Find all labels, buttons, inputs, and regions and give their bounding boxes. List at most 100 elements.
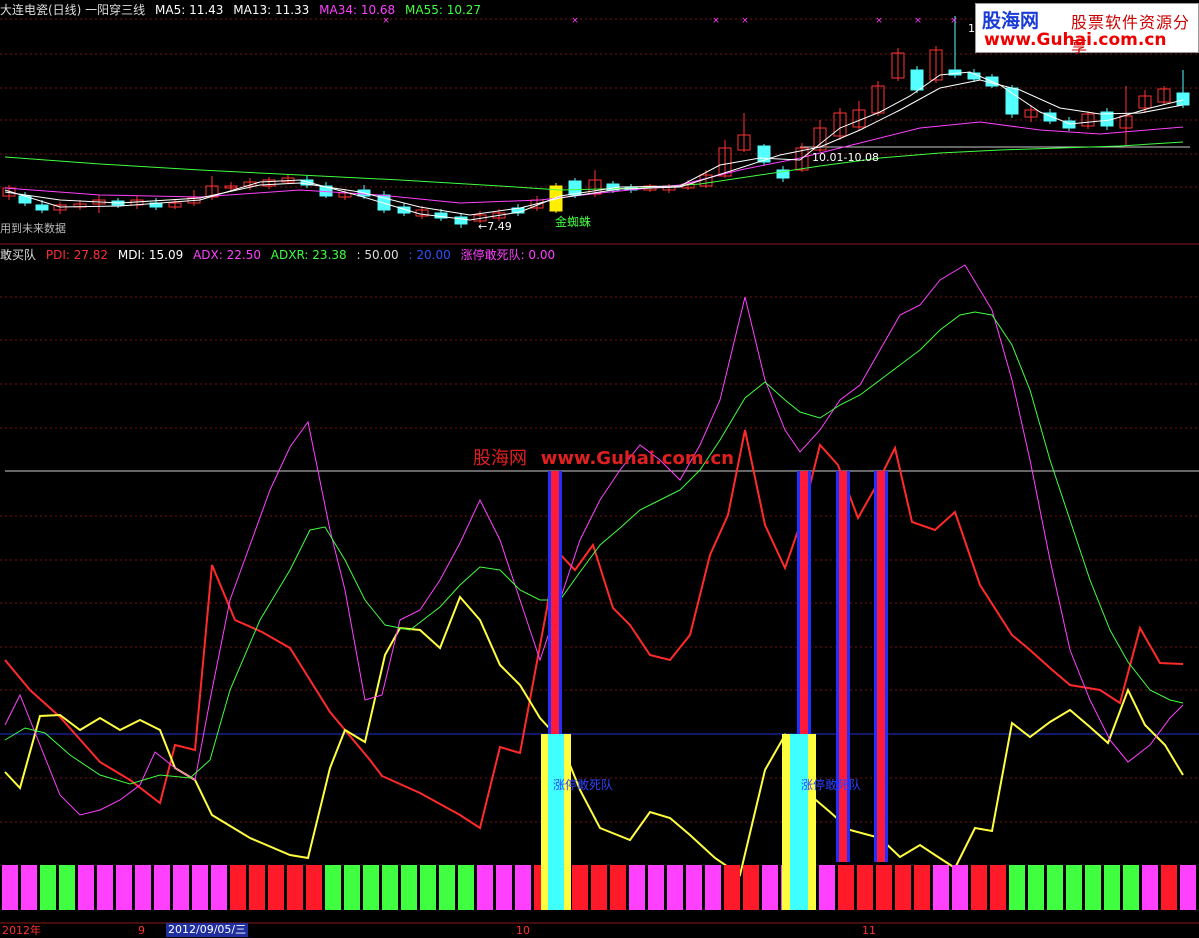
bottom-bar (496, 865, 512, 910)
bottom-bar (268, 865, 284, 910)
adx-line (4, 264, 1184, 816)
bottom-bar (40, 865, 56, 910)
watermark-cn: 股海网 (473, 448, 527, 469)
bottom-bar (857, 865, 873, 910)
bottom-bar (572, 865, 588, 910)
bottom-bar (933, 865, 949, 910)
bottom-bar (230, 865, 246, 910)
bottom-bar (97, 865, 113, 910)
bottom-bar (1104, 865, 1120, 910)
bottom-bar (971, 865, 987, 910)
bottom-bar (173, 865, 189, 910)
x-marker: × (571, 16, 579, 26)
bottom-bar (629, 865, 645, 910)
bottom-bar (1123, 865, 1139, 910)
bottom-bar (192, 865, 208, 910)
bottom-bar (439, 865, 455, 910)
x-label-cursor-date: 2012/09/05/三 (166, 923, 249, 937)
bottom-bar (591, 865, 607, 910)
x-marker: × (914, 16, 922, 26)
bottom-bar (990, 865, 1006, 910)
x-marker: × (382, 16, 390, 26)
bottom-bar (1161, 865, 1177, 910)
adxr-label: ADXR: 23.38 (270, 248, 347, 262)
x-marker: × (950, 16, 958, 26)
price-header: 大连电瓷(日线) 一阳穿三线 MA5: 11.43 MA13: 11.33 MA… (0, 3, 481, 17)
bottom-bar (420, 865, 436, 910)
bottom-bar (401, 865, 417, 910)
x-label-sep: 9 (138, 924, 145, 937)
bottom-bar (1180, 865, 1196, 910)
bottom-bar (287, 865, 303, 910)
bottom-bar (477, 865, 493, 910)
level20-label: : 20.00 (408, 248, 451, 262)
watermark-url: www.Guhai.com.cn (540, 448, 734, 469)
bottom-bar (458, 865, 474, 910)
ma55-line (4, 141, 1184, 191)
bottom-bar (705, 865, 721, 910)
range-label: 10.01-10.08 (812, 151, 879, 164)
future-data-note: 用到未来数据 (0, 222, 66, 235)
x-marker: × (712, 16, 720, 26)
candle-body (910, 69, 924, 91)
golden-spider-label: 金蜘蛛 (555, 215, 592, 229)
level50-label: : 50.00 (356, 248, 399, 262)
bottom-bar (667, 865, 683, 910)
candle-body (35, 204, 49, 211)
signal-bar (800, 471, 808, 734)
top-x-markers: ×××××××× (382, 16, 987, 26)
signal-stack-cyan-1 (548, 734, 564, 910)
bottom-bar (154, 865, 170, 910)
bottom-bar (306, 865, 322, 910)
bottom-bar (515, 865, 531, 910)
chart-title: 大连电瓷(日线) 一阳穿三线 (0, 3, 146, 17)
indicator-name: 敢买队 (0, 248, 37, 262)
bottom-bar (1142, 865, 1158, 910)
bottom-bar (344, 865, 360, 910)
signal-bar (839, 471, 847, 862)
bottom-bar (838, 865, 854, 910)
low-price-label: ←7.49 (478, 220, 512, 233)
bottom-bar (21, 865, 37, 910)
bottom-bar (363, 865, 379, 910)
bottom-bar (895, 865, 911, 910)
bottom-bar (724, 865, 740, 910)
signal-label-1: 涨停敢死队 (553, 778, 614, 792)
bottom-bar (648, 865, 664, 910)
bottom-bar (686, 865, 702, 910)
x-marker: × (875, 16, 883, 26)
logo-url: www.Guhai.com.cn (984, 30, 1167, 50)
signal-bar (877, 471, 885, 862)
bottom-bar (78, 865, 94, 910)
bottom-bar (2, 865, 18, 910)
x-label-oct: 10 (516, 924, 530, 937)
ma13-label: MA13: 11.33 (233, 3, 310, 17)
bottom-bar (1047, 865, 1063, 910)
adx-label: ADX: 22.50 (193, 248, 261, 262)
candle-body (1005, 87, 1019, 115)
bottom-bar (914, 865, 930, 910)
bottom-bar (116, 865, 132, 910)
ma5-label: MA5: 11.43 (155, 3, 224, 17)
pdi-line (4, 429, 1184, 830)
mdi-line (4, 595, 1184, 877)
bottom-bar (211, 865, 227, 910)
watermark: 股海网 www.Guhai.com.cn (473, 450, 734, 468)
bottom-bar (59, 865, 75, 910)
bottom-bar (135, 865, 151, 910)
signal-label: 涨停敢死队: 0.00 (460, 248, 556, 262)
bottom-bar (249, 865, 265, 910)
bottom-bar (610, 865, 626, 910)
x-marker: × (741, 16, 749, 26)
bottom-bar (1066, 865, 1082, 910)
mdi-label: MDI: 15.09 (117, 248, 184, 262)
candle-body (757, 145, 771, 163)
bottom-bar (952, 865, 968, 910)
bottom-bar (325, 865, 341, 910)
peak-label: 1 (968, 22, 975, 35)
x-label-year: 2012年 (2, 924, 41, 937)
bottom-bar (1009, 865, 1025, 910)
guhai-logo: 股海网 股票软件资源分享 www.Guhai.com.cn (975, 3, 1199, 56)
bottom-bar (762, 865, 778, 910)
ma55-label: MA55: 10.27 (405, 3, 482, 17)
